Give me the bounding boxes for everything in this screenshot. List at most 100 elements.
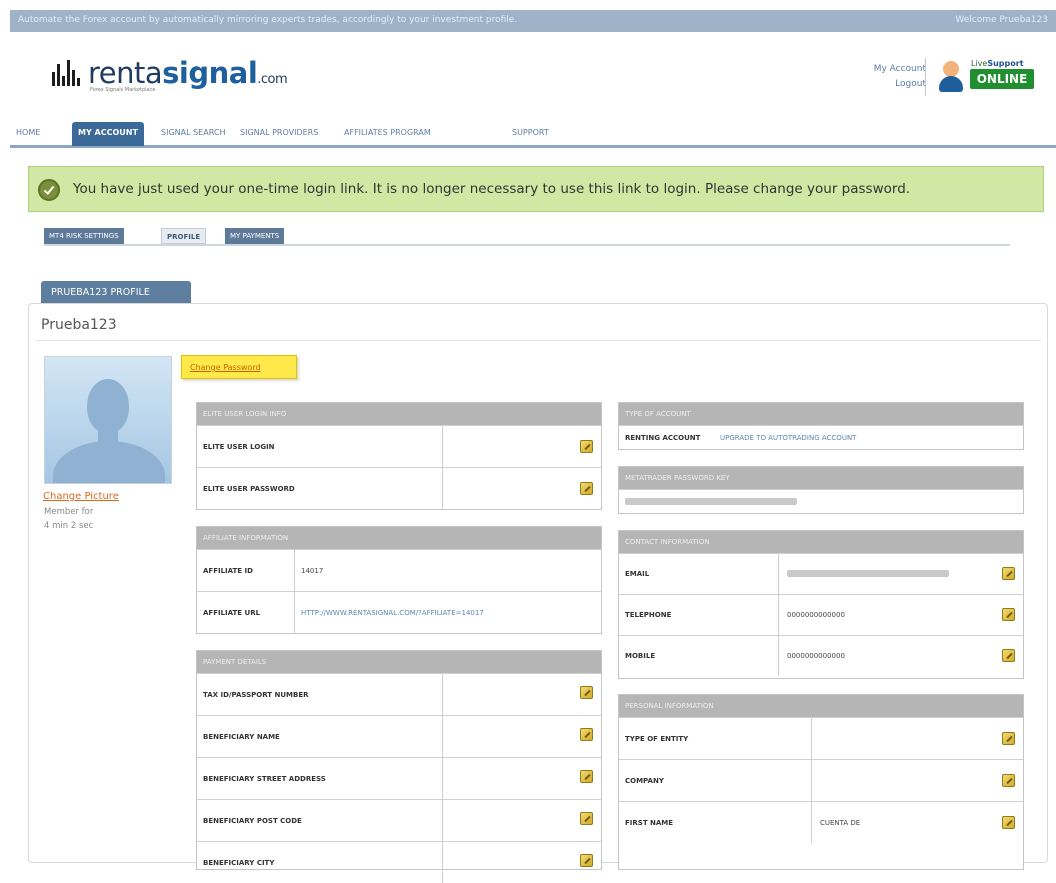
logout-link[interactable]: Logout: [874, 77, 926, 92]
login-link-notice: You have just used your one-time login l…: [28, 166, 1044, 212]
personal-info-table: PERSONAL INFORMATION TYPE OF ENTITY COMP…: [618, 694, 1024, 870]
metatrader-key-table: METATRADER PASSWORD KEY: [618, 466, 1024, 514]
edit-icon[interactable]: [1002, 816, 1015, 829]
edit-icon[interactable]: [580, 812, 593, 825]
tab-my-payments[interactable]: MY PAYMENTS: [225, 228, 285, 244]
avatar: [44, 356, 172, 484]
redacted-email: [787, 570, 949, 577]
table-row: BENEFICIARY NAME: [197, 715, 601, 757]
table-header: ELITE USER LOGIN INFO: [197, 403, 601, 425]
upgrade-account-link[interactable]: UPGRADE TO AUTOTRADING ACCOUNT: [720, 434, 856, 442]
edit-icon[interactable]: [580, 440, 593, 453]
table-header: PERSONAL INFORMATION: [619, 695, 1023, 717]
welcome-message: Welcome Prueba123: [955, 15, 1048, 25]
contact-info-table: CONTACT INFORMATION EMAIL TELEPHONE 0000…: [618, 530, 1024, 679]
elite-login-table: ELITE USER LOGIN INFO ELITE USER LOGIN E…: [196, 402, 602, 510]
table-row: EMAIL: [619, 553, 1023, 594]
edit-icon[interactable]: [580, 770, 593, 783]
table-row: ELITE USER LOGIN: [197, 425, 601, 467]
nav-signal-search[interactable]: SIGNAL SEARCH: [161, 128, 225, 137]
online-status-badge: ONLINE: [970, 69, 1034, 89]
nav-signal-providers[interactable]: SIGNAL PROVIDERS: [240, 128, 318, 137]
nav-affiliates-program[interactable]: AFFILIATES PROGRAM: [344, 128, 431, 137]
edit-icon[interactable]: [580, 482, 593, 495]
affiliate-id-label: AFFILIATE ID: [203, 567, 253, 575]
notice-text: You have just used your one-time login l…: [73, 181, 911, 197]
tax-id-label: TAX ID/PASSPORT NUMBER: [203, 691, 309, 699]
payment-details-table: PAYMENT DETAILS TAX ID/PASSPORT NUMBER B…: [196, 650, 602, 883]
telephone-value: 0000000000000: [787, 611, 845, 619]
account-subtabs: MT4 RISK SETTINGS PROFILE MY PAYMENTS: [44, 228, 1010, 246]
affiliate-url-link[interactable]: HTTP://WWW.RENTASIGNAL.COM/?AFFILIATE=14…: [301, 609, 484, 617]
beneficiary-address-label: BENEFICIARY STREET ADDRESS: [203, 775, 326, 783]
live-support-label: LiveSupport: [971, 59, 1024, 68]
live-support-widget[interactable]: LiveSupport ONLINE: [937, 57, 1037, 97]
tagline-message: Automate the Forex account by automatica…: [18, 15, 518, 25]
tab-profile[interactable]: PROFILE: [161, 228, 207, 244]
mobile-label: MOBILE: [625, 652, 656, 660]
account-links: My Account Logout: [874, 62, 926, 92]
table-row: TELEPHONE 0000000000000: [619, 594, 1023, 635]
table-row: BENEFICIARY CITY: [197, 841, 601, 883]
table-header: CONTACT INFORMATION: [619, 531, 1023, 553]
table-row: BENEFICIARY STREET ADDRESS: [197, 757, 601, 799]
first-name-label: FIRST NAME: [625, 819, 674, 827]
elite-password-label: ELITE USER PASSWORD: [203, 485, 295, 493]
table-header: METATRADER PASSWORD KEY: [619, 467, 1023, 489]
account-type-value: RENTING ACCOUNT: [625, 434, 701, 442]
table-row: COMPANY: [619, 759, 1023, 801]
telephone-label: TELEPHONE: [625, 611, 672, 619]
support-agent-icon: [937, 61, 965, 93]
top-message-bar: Automate the Forex account by automatica…: [10, 10, 1056, 32]
table-row: MOBILE 0000000000000: [619, 635, 1023, 676]
email-label: EMAIL: [625, 570, 650, 578]
first-name-value: CUENTA DE: [820, 819, 861, 827]
signal-bars-icon: [52, 58, 82, 86]
table-row: TAX ID/PASSPORT NUMBER: [197, 673, 601, 715]
nav-home[interactable]: HOME: [16, 128, 40, 137]
affiliate-table: AFFILIATE INFORMATION AFFILIATE ID 14017…: [196, 526, 602, 634]
edit-icon[interactable]: [1002, 774, 1015, 787]
table-row: ELITE USER PASSWORD: [197, 467, 601, 509]
account-type-table: TYPE OF ACCOUNT RENTING ACCOUNT UPGRADE …: [618, 402, 1024, 450]
beneficiary-name-label: BENEFICIARY NAME: [203, 733, 280, 741]
header-divider: [925, 58, 926, 96]
affiliate-id-value: 14017: [301, 567, 324, 575]
table-header: AFFILIATE INFORMATION: [197, 527, 601, 549]
redacted-value: [625, 498, 797, 505]
table-row: FIRST NAME CUENTA DE: [619, 801, 1023, 843]
company-label: COMPANY: [625, 777, 664, 785]
entity-type-label: TYPE OF ENTITY: [625, 735, 689, 743]
checkmark-icon: [38, 179, 60, 201]
table-row: TYPE OF ENTITY: [619, 717, 1023, 759]
member-for-label: Member for: [44, 507, 94, 517]
table-header: PAYMENT DETAILS: [197, 651, 601, 673]
edit-icon[interactable]: [1002, 567, 1015, 580]
nav-my-account[interactable]: MY ACCOUNT: [72, 122, 144, 146]
edit-icon[interactable]: [1002, 608, 1015, 621]
edit-icon[interactable]: [580, 854, 593, 867]
change-password-label: Change Password: [190, 363, 261, 372]
edit-icon[interactable]: [580, 728, 593, 741]
default-avatar-icon: [53, 441, 165, 483]
my-account-link[interactable]: My Account: [874, 62, 926, 77]
logo-tagline: Forex Signals Marketplace: [90, 87, 156, 93]
edit-icon[interactable]: [1002, 732, 1015, 745]
tab-mt4-risk-settings[interactable]: MT4 RISK SETTINGS: [44, 228, 124, 244]
table-row: BENEFICIARY POST CODE: [197, 799, 601, 841]
nav-support[interactable]: SUPPORT: [512, 128, 549, 137]
edit-icon[interactable]: [1002, 649, 1015, 662]
mobile-value: 0000000000000: [787, 652, 845, 660]
table-row: AFFILIATE ID 14017: [197, 549, 601, 591]
change-picture-link[interactable]: Change Picture: [43, 491, 119, 502]
table-header: TYPE OF ACCOUNT: [619, 403, 1023, 425]
main-navigation: HOME MY ACCOUNT SIGNAL SEARCH SIGNAL PRO…: [10, 120, 1056, 148]
elite-login-label: ELITE USER LOGIN: [203, 443, 275, 451]
affiliate-url-label: AFFILIATE URL: [203, 609, 261, 617]
profile-username: Prueba123: [41, 317, 117, 333]
edit-icon[interactable]: [580, 686, 593, 699]
table-row: [619, 489, 1023, 513]
beneficiary-post-code-label: BENEFICIARY POST CODE: [203, 817, 302, 825]
change-password-button[interactable]: Change Password: [181, 355, 297, 379]
table-row: AFFILIATE URL HTTP://WWW.RENTASIGNAL.COM…: [197, 591, 601, 633]
